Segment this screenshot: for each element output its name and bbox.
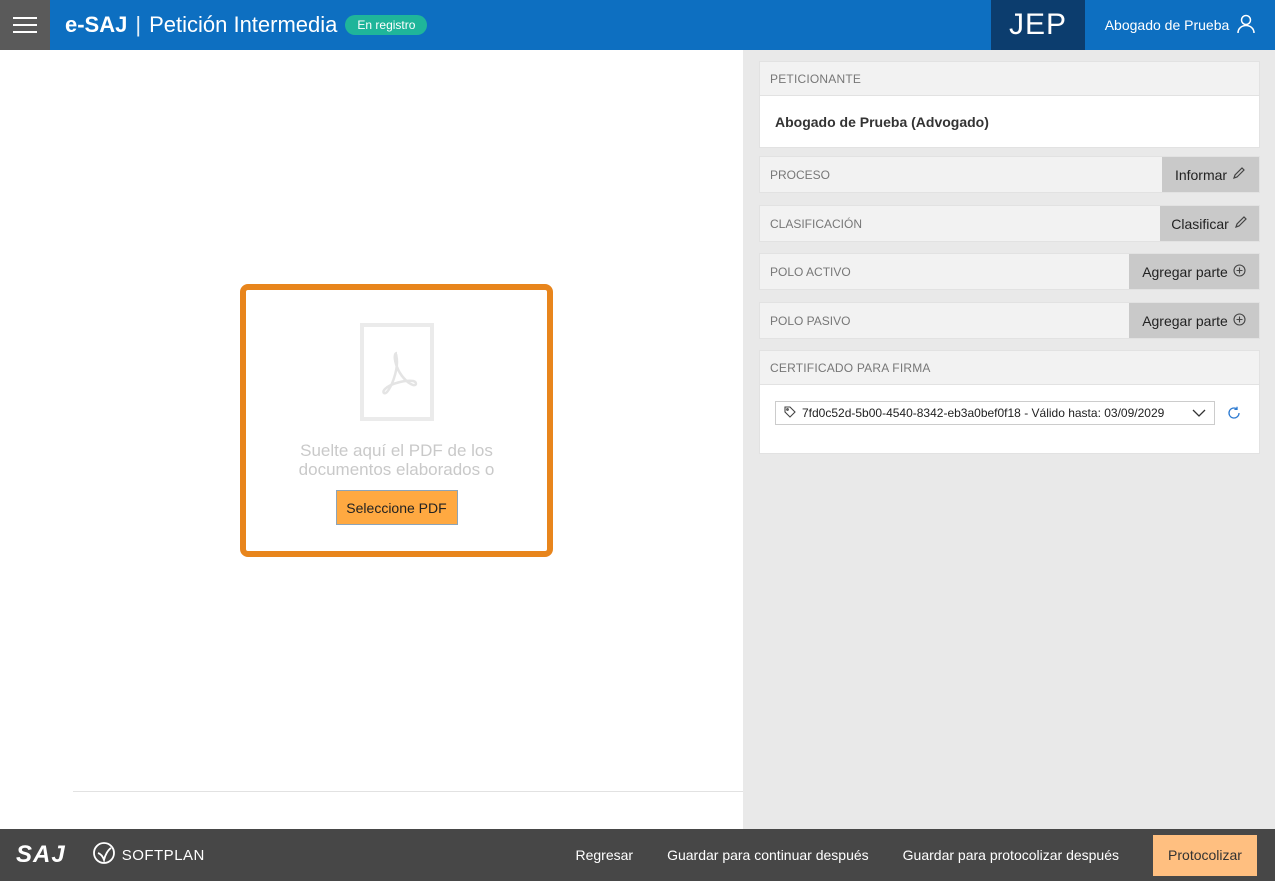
user-icon [1237, 14, 1256, 37]
softplan-label: SOFTPLAN [121, 846, 205, 864]
clasificacion-card: CLASIFICACIÓN Clasificar [759, 205, 1260, 242]
title-separator: | [135, 12, 142, 37]
plus-circle-icon [1233, 263, 1246, 280]
polo-pasivo-card: POLO PASIVO Agregar parte [759, 302, 1260, 339]
certificate-value: 7fd0c52d-5b00-4540-8342-eb3a0bef0f18 - V… [802, 406, 1165, 420]
pdf-dropzone[interactable]: Suelte aquí el PDF de los documentos ela… [240, 284, 553, 557]
refresh-icon[interactable] [1227, 406, 1241, 420]
app-name: e-SAJ [65, 12, 128, 37]
informar-button[interactable]: Informar [1162, 157, 1259, 192]
certificate-select[interactable]: 7fd0c52d-5b00-4540-8342-eb3a0bef0f18 - V… [775, 401, 1215, 425]
agregar-parte-label: Agregar parte [1142, 312, 1228, 329]
polo-pasivo-title: POLO PASIVO [770, 313, 851, 328]
plus-circle-icon [1233, 312, 1246, 329]
tenant-logo: JEP [991, 0, 1085, 50]
peticionante-card: PETICIONANTE Abogado de Prueba (Advogado… [759, 61, 1260, 148]
page-title: Petición Intermedia [149, 12, 338, 37]
top-header: e-SAJ | Petición Intermedia En registro … [0, 0, 1275, 50]
saj-logo: SAJ [16, 841, 66, 868]
brand-title: e-SAJ | Petición Intermedia En registro [50, 0, 428, 50]
certificado-card: CERTIFICADO PARA FIRMA 7fd0c52d-5b00-454… [759, 350, 1260, 454]
pdf-document-icon [359, 323, 434, 421]
tag-icon [784, 405, 796, 421]
side-panel: PETICIONANTE Abogado de Prueba (Advogado… [743, 50, 1275, 829]
polo-activo-card: POLO ACTIVO Agregar parte [759, 253, 1260, 290]
regresar-button[interactable]: Regresar [575, 847, 633, 863]
softplan-icon [92, 841, 116, 869]
polo-activo-title: POLO ACTIVO [770, 264, 851, 279]
clasificacion-title: CLASIFICACIÓN [770, 216, 863, 231]
informar-label: Informar [1174, 166, 1228, 183]
agregar-parte-activo-button[interactable]: Agregar parte [1129, 254, 1259, 289]
certificado-title: CERTIFICADO PARA FIRMA [770, 360, 931, 375]
peticionante-value: Abogado de Prueba (Advogado) [775, 114, 989, 130]
user-menu[interactable]: Abogado de Prueba [1085, 0, 1275, 50]
guardar-continuar-button[interactable]: Guardar para continuar después [667, 847, 869, 863]
select-pdf-button[interactable]: Seleccione PDF [335, 490, 458, 525]
clasificar-button[interactable]: Clasificar [1160, 206, 1259, 241]
pencil-icon [1234, 215, 1248, 232]
guardar-protocolizar-button[interactable]: Guardar para protocolizar después [903, 847, 1119, 863]
peticionante-title: PETICIONANTE [770, 71, 862, 86]
hamburger-menu-icon[interactable] [0, 0, 50, 50]
document-area: Suelte aquí el PDF de los documentos ela… [0, 50, 743, 829]
proceso-title: PROCESO [770, 167, 831, 182]
divider [73, 791, 743, 792]
agregar-parte-label: Agregar parte [1142, 263, 1228, 280]
dropzone-text: Suelte aquí el PDF de los documentos ela… [298, 441, 495, 479]
softplan-logo: SOFTPLAN [92, 841, 205, 869]
status-badge: En registro [345, 15, 428, 35]
proceso-card: PROCESO Informar [759, 156, 1260, 193]
chevron-down-icon [1192, 406, 1206, 420]
protocolizar-button[interactable]: Protocolizar [1153, 834, 1257, 876]
footer-bar: SAJ SOFTPLAN Regresar Guardar para conti… [0, 829, 1275, 881]
pencil-icon [1232, 166, 1246, 183]
clasificar-label: Clasificar [1171, 215, 1229, 232]
user-name: Abogado de Prueba [1104, 17, 1230, 33]
agregar-parte-pasivo-button[interactable]: Agregar parte [1129, 303, 1259, 338]
